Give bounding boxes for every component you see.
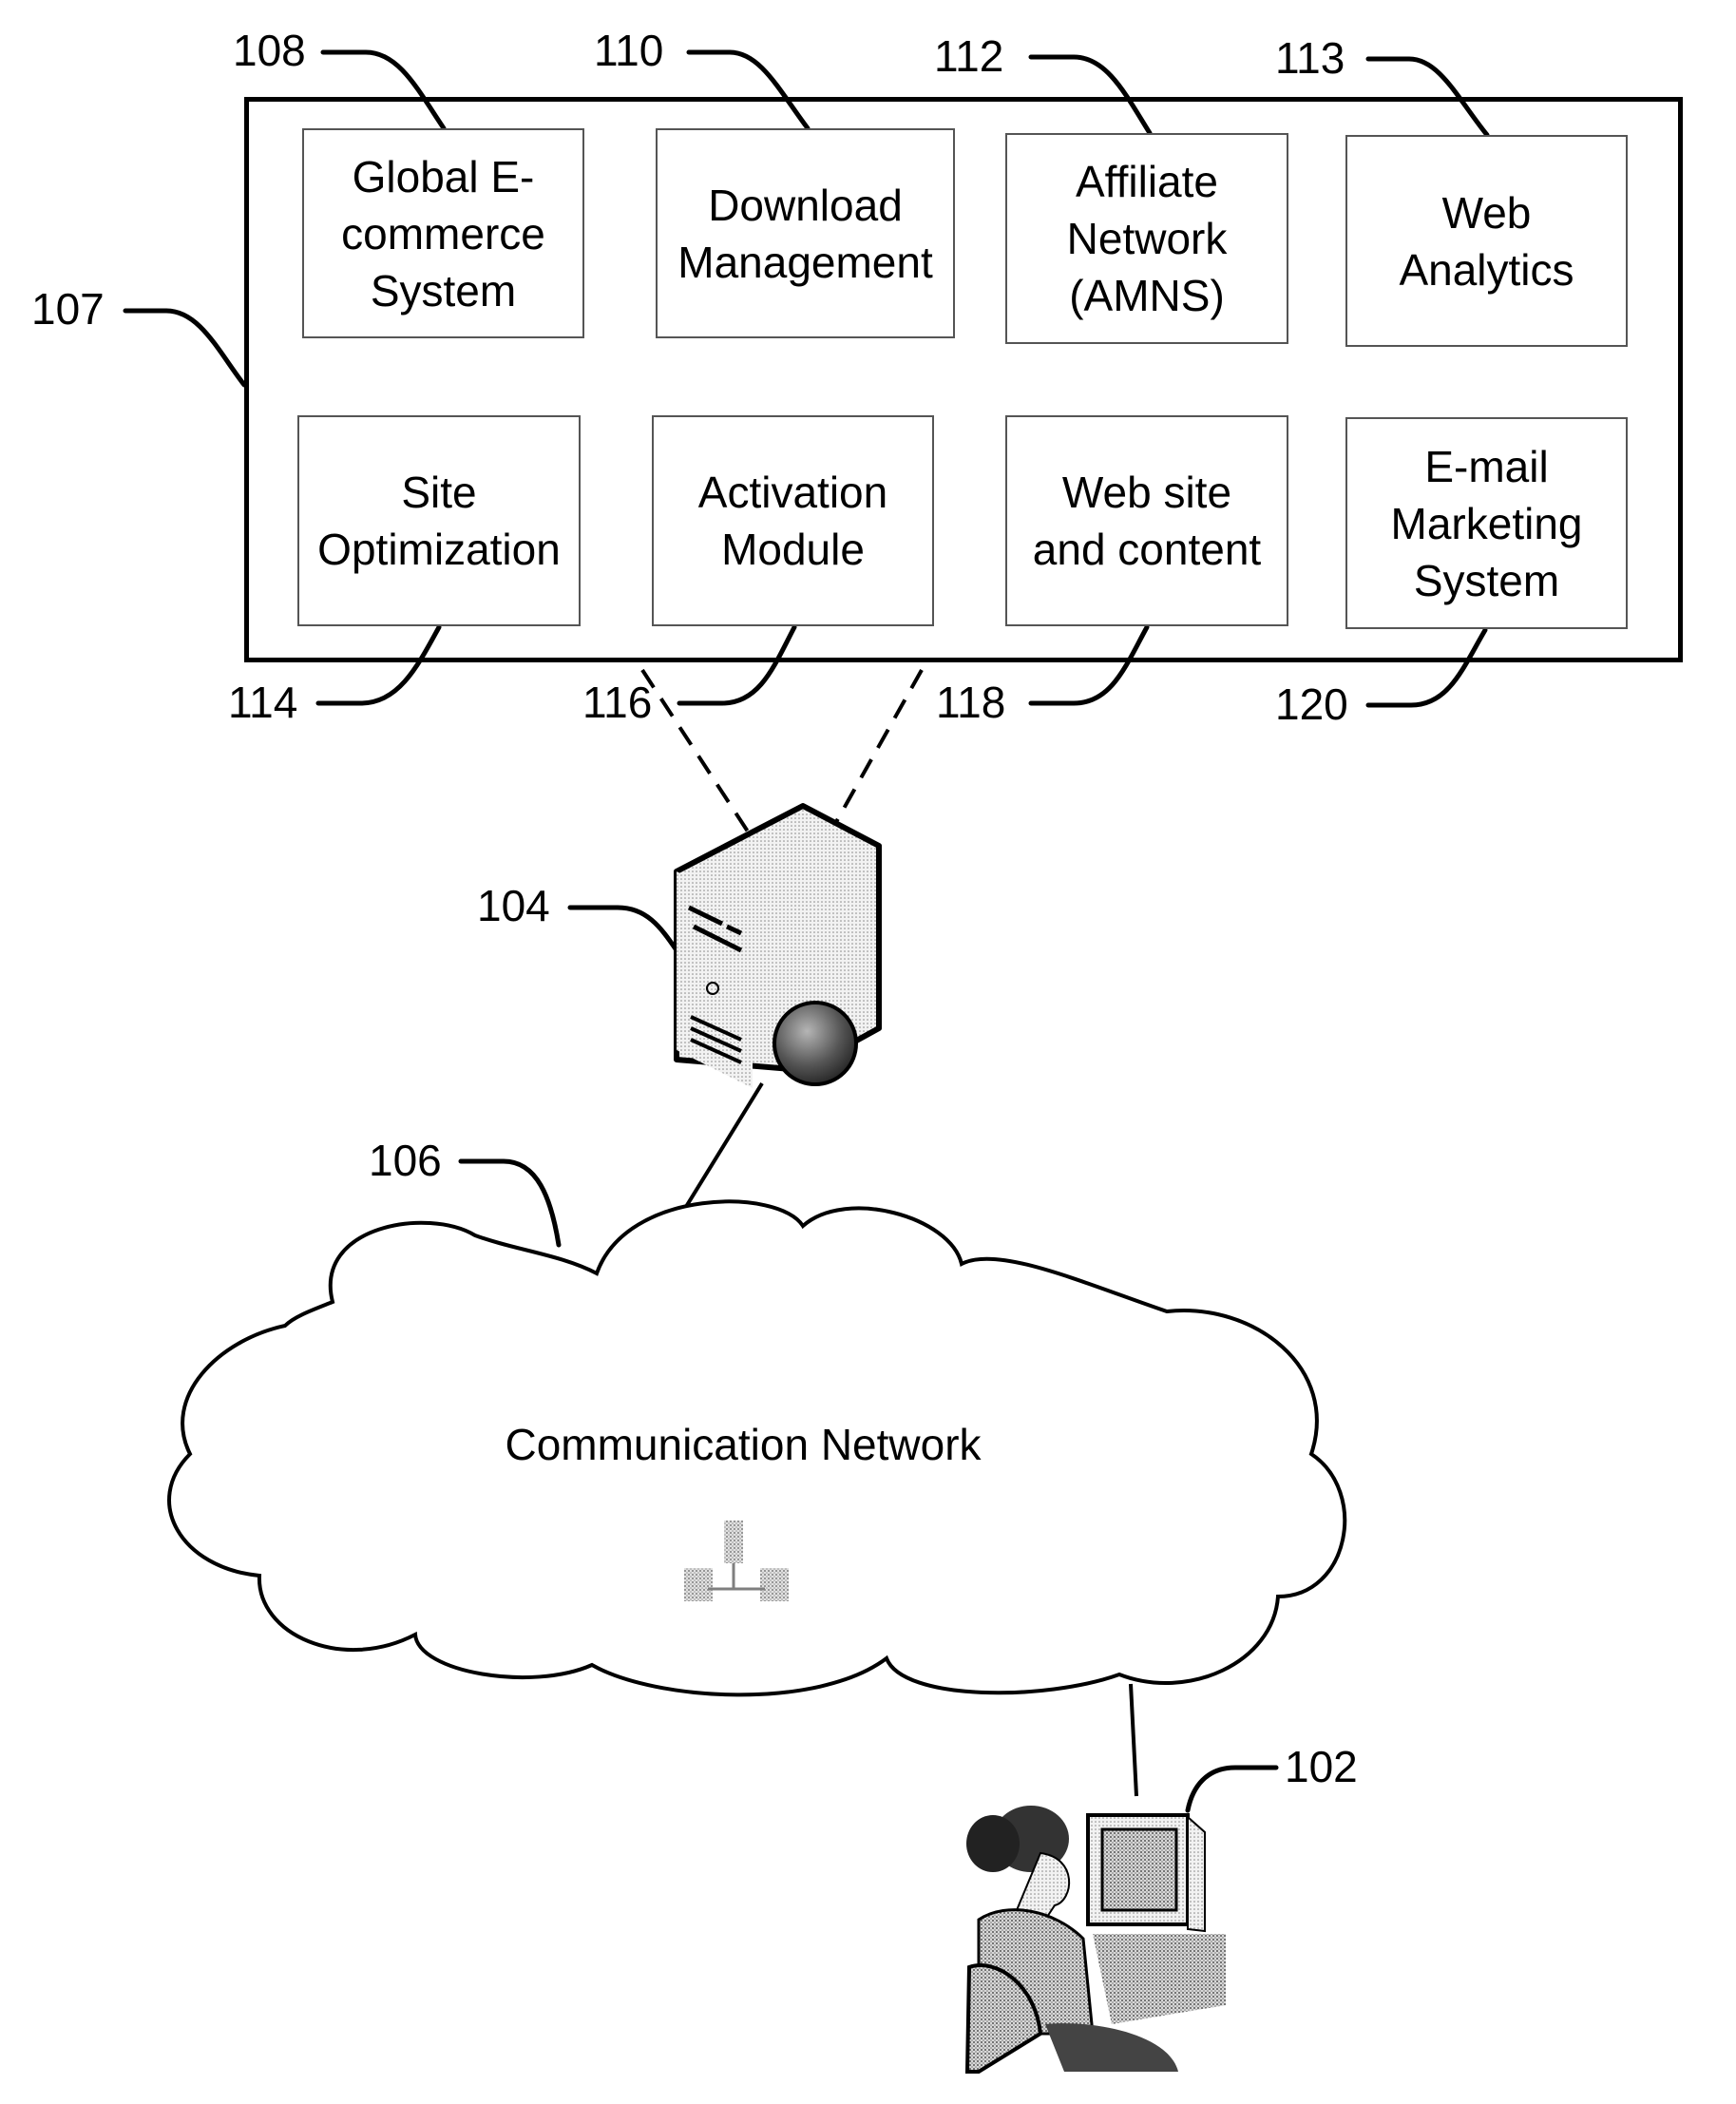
ref-104: 104 (477, 881, 550, 930)
module-label: Site Optimization (317, 468, 561, 574)
ref-110: 110 (594, 26, 664, 75)
module-label: Web Analytics (1399, 187, 1574, 295)
leader-104 (567, 905, 679, 953)
leader-102 (1185, 1765, 1279, 1813)
module-email-marketing: E-mail Marketing System (1345, 417, 1628, 629)
module-site-optimization: Site Optimization (297, 415, 581, 626)
module-activation: Activation Module (652, 415, 934, 626)
ref-120: 120 (1275, 679, 1348, 729)
module-label: Affiliate Network (AMNS) (1066, 157, 1228, 320)
ref-114: 114 (228, 678, 298, 727)
module-label: Global E- commerce System (341, 151, 545, 316)
module-affiliate-network: Affiliate Network (AMNS) (1005, 133, 1288, 344)
user-at-computer-icon (964, 1806, 1226, 2074)
module-download-management: Download Management (656, 128, 955, 338)
ref-102: 102 (1285, 1742, 1358, 1791)
ref-107: 107 (31, 284, 105, 334)
server-icon (674, 803, 882, 1088)
globe-icon (773, 1001, 858, 1086)
ref-112: 112 (934, 31, 1004, 81)
ref-113: 113 (1275, 33, 1345, 83)
module-web-site-content: Web site and content (1005, 415, 1288, 626)
module-web-analytics: Web Analytics (1345, 135, 1628, 347)
leader-106 (458, 1158, 562, 1248)
ref-106: 106 (369, 1136, 442, 1185)
module-label: Activation Module (697, 468, 888, 574)
network-label: Communication Network (505, 1420, 982, 1469)
module-label: Download Management (677, 180, 933, 287)
ref-108: 108 (233, 26, 306, 75)
leader-107 (123, 308, 247, 388)
module-global-ecommerce: Global E- commerce System (302, 128, 584, 338)
module-label: Web site and content (1032, 468, 1262, 574)
dashed-link-right (834, 669, 924, 823)
ref-116: 116 (582, 678, 653, 727)
module-label: E-mail Marketing System (1390, 441, 1583, 605)
link-network-user (1129, 1683, 1138, 1797)
ref-118: 118 (936, 678, 1006, 727)
dashed-link-left (640, 668, 750, 833)
